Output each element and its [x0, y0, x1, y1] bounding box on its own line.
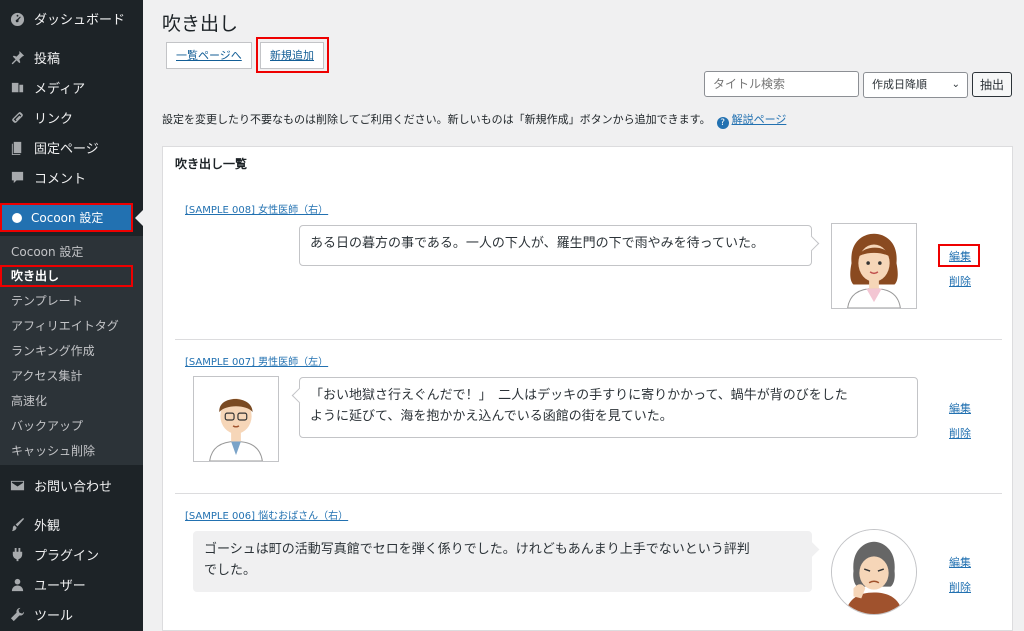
mail-icon — [9, 477, 25, 493]
male-doctor-avatar — [193, 376, 279, 462]
submenu-item[interactable]: キャッシュ削除 — [0, 440, 143, 462]
link-icon — [9, 109, 25, 125]
balloon-title-link[interactable]: [SAMPLE 007] 男性医師（左） — [185, 353, 328, 368]
sidebar-item-label: プラグイン — [34, 548, 100, 564]
sort-selected-value: 作成日降順 — [872, 78, 927, 91]
sidebar-item-label: ダッシュボード — [34, 12, 126, 28]
balloon-entry: [SAMPLE 006] 悩むおばさん（右） ゴーシュは町の活動写真館でセロを弾… — [163, 493, 1012, 630]
current-menu-arrow — [135, 210, 143, 226]
wrench-icon — [9, 606, 25, 622]
submenu-item[interactable]: バックアップ — [0, 415, 143, 437]
bubble-tail — [803, 541, 820, 558]
page-icon — [9, 139, 25, 155]
sidebar-item-label: ツール — [34, 608, 74, 624]
edit-link[interactable]: 編集 — [949, 248, 971, 264]
delete-link[interactable]: 削除 — [949, 579, 971, 595]
chevron-down-icon: ⌄ — [951, 79, 960, 90]
edit-link[interactable]: 編集 — [949, 554, 971, 570]
plugin-icon — [9, 546, 25, 562]
submenu-item[interactable]: Cocoon 設定 — [0, 241, 143, 263]
speech-bubble: ある日の暮方の事である。一人の下人が、羅生門の下で雨やみを待っていた。 — [299, 225, 820, 266]
sidebar-item-pages[interactable]: 固定ページ — [0, 132, 143, 162]
cocoon-icon — [12, 212, 22, 223]
comment-icon — [9, 169, 25, 185]
new-add-highlight — [256, 37, 329, 73]
list-page-link[interactable]: 一覧ページへ — [166, 42, 252, 69]
sidebar-item-label: 外観 — [34, 518, 61, 534]
page-title: 吹き出し — [162, 13, 239, 35]
sidebar-item-label: メディア — [34, 81, 86, 97]
balloon-list-panel: 吹き出し一覧 [SAMPLE 008] 女性医師（右） ある日の暮方の事である。… — [162, 146, 1013, 631]
submenu-item[interactable]: 高速化 — [0, 390, 143, 412]
pushpin-icon — [9, 49, 25, 65]
worried-woman-avatar — [831, 529, 917, 615]
sidebar-item-label: お問い合わせ — [34, 479, 113, 495]
sidebar-item-tools[interactable]: ツール — [0, 599, 143, 629]
cocoon-submenu: Cocoon 設定 吹き出し テンプレート アフィリエイトタグ ランキング作成 … — [0, 236, 143, 465]
bubble-text-line: ある日の暮方の事である。一人の下人が、羅生門の下で雨やみを待っていた。 — [310, 236, 764, 251]
delete-link[interactable]: 削除 — [949, 425, 971, 441]
media-icon — [9, 79, 25, 95]
submenu-item[interactable]: アクセス集計 — [0, 365, 143, 387]
sort-order-select[interactable]: 作成日降順 ⌄ — [863, 72, 968, 98]
bubble-text-line: 「おい地獄さ行えぐんだで！」 二人はデッキの手すりに寄りかかって、蝸牛が背のびを… — [310, 388, 848, 403]
bubble-text-line: ゴーシュは町の活動写真館でセロを弾く係りでした。けれどもあんまり上手でないという… — [204, 542, 750, 557]
page-description: 設定を変更したり不要なものは削除してご利用ください。新しいものは「新規作成」ボタ… — [162, 111, 786, 129]
bubble-tail — [803, 235, 820, 252]
filter-button[interactable]: 抽出 — [972, 72, 1012, 97]
bubble-text-line: でした。 — [204, 563, 257, 578]
edit-link[interactable]: 編集 — [949, 400, 971, 416]
sidebar-item-links[interactable]: リンク — [0, 102, 143, 132]
balloon-title-link[interactable]: [SAMPLE 006] 悩むおばさん（右） — [185, 507, 348, 522]
sidebar-item-label: ユーザー — [34, 578, 86, 594]
sidebar-item-users[interactable]: ユーザー — [0, 569, 143, 599]
user-icon — [9, 576, 25, 592]
entry-divider — [175, 493, 1002, 494]
help-icon: ? — [716, 117, 729, 129]
sidebar-item-label: 投稿 — [34, 51, 61, 67]
balloon-entry: [SAMPLE 008] 女性医師（右） ある日の暮方の事である。一人の下人が、… — [163, 187, 1012, 342]
balloon-title-link[interactable]: [SAMPLE 008] 女性医師（右） — [185, 201, 328, 216]
sidebar-item-contact[interactable]: お問い合わせ — [0, 470, 143, 500]
sidebar-item-label: リンク — [34, 111, 74, 127]
female-doctor-avatar — [831, 223, 917, 309]
sidebar-item-label: 固定ページ — [34, 141, 99, 157]
sidebar-item-media[interactable]: メディア — [0, 72, 143, 102]
admin-sidebar: ダッシュボード 投稿 メディア リンク 固定ページ コメント Cocoon 設定… — [0, 0, 143, 631]
sidebar-item-label: コメント — [34, 171, 87, 187]
speech-bubble: ゴーシュは町の活動写真館でセロを弾く係りでした。けれどもあんまり上手でないという… — [193, 531, 820, 592]
dashboard-icon — [9, 10, 25, 26]
sidebar-item-label: Cocoon 設定 — [31, 211, 104, 225]
submenu-item[interactable]: ランキング作成 — [0, 340, 143, 362]
speech-bubble: 「おい地獄さ行えぐんだで！」 二人はデッキの手すりに寄りかかって、蝸牛が背のびを… — [291, 377, 918, 438]
delete-link[interactable]: 削除 — [949, 273, 971, 289]
brush-icon — [9, 516, 25, 532]
sidebar-item-plugins[interactable]: プラグイン — [0, 539, 143, 569]
title-search-input[interactable] — [704, 71, 859, 97]
submenu-item[interactable]: アフィリエイトタグ — [0, 315, 143, 337]
submenu-item-balloon[interactable]: 吹き出し — [0, 265, 133, 287]
sidebar-item-cocoon-settings[interactable]: Cocoon 設定 — [0, 203, 143, 232]
submenu-item[interactable]: テンプレート — [0, 290, 143, 312]
bubble-text-line: ように延びて、海を抱かかえ込んでいる函館の街を見ていた。 — [310, 409, 673, 424]
balloon-entry: [SAMPLE 007] 男性医師（左） 「おい地獄さ行えぐんだで！」 二人はデ… — [163, 339, 1012, 494]
help-page-link[interactable]: 解説ページ — [732, 113, 787, 126]
sidebar-item-posts[interactable]: 投稿 — [0, 42, 143, 72]
sidebar-item-appearance[interactable]: 外観 — [0, 509, 143, 539]
sidebar-item-comments[interactable]: コメント — [0, 162, 143, 192]
bubble-tail — [291, 387, 308, 404]
panel-title: 吹き出し一覧 — [175, 157, 248, 171]
entry-divider — [175, 339, 1002, 340]
sidebar-item-dashboard[interactable]: ダッシュボード — [0, 3, 143, 33]
description-text: 設定を変更したり不要なものは削除してご利用ください。新しいものは「新規作成」ボタ… — [162, 113, 711, 126]
